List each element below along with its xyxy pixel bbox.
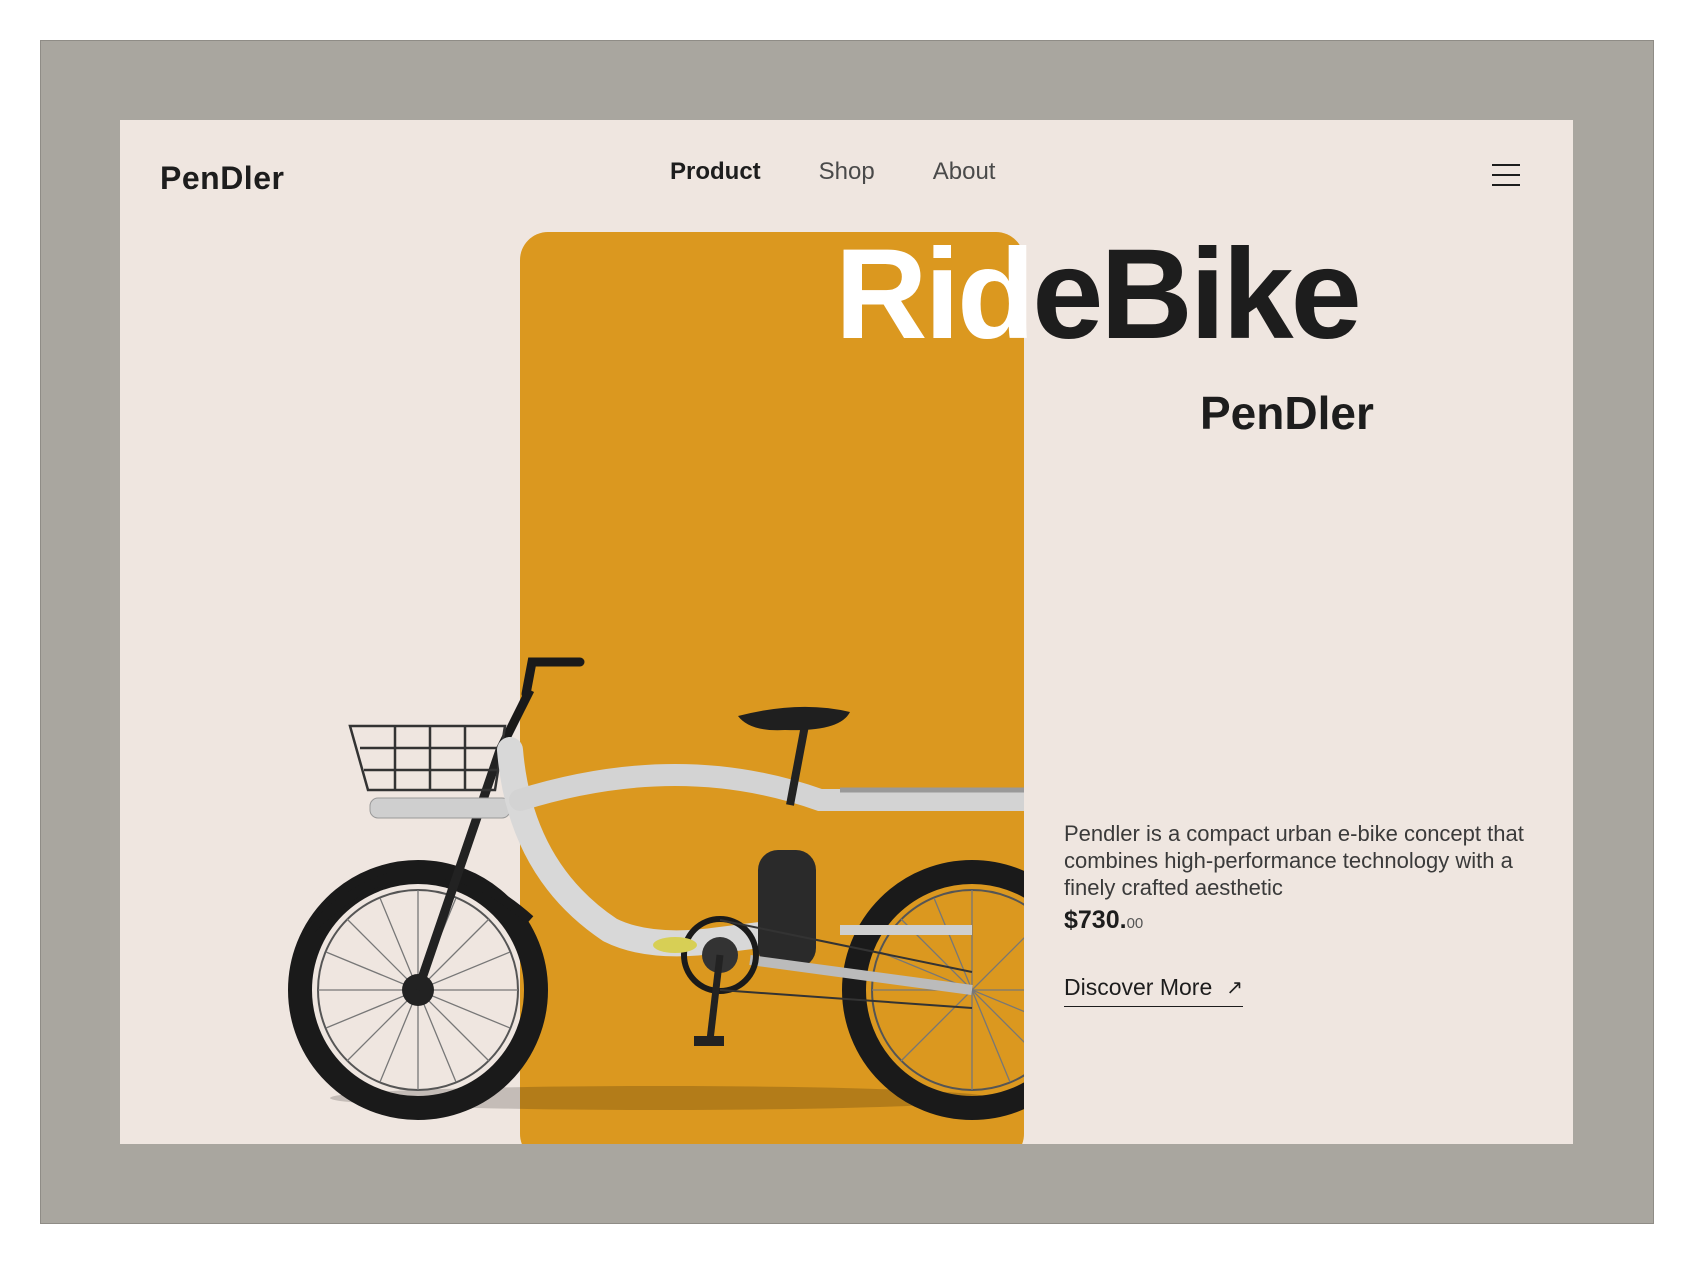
- nav-item-shop[interactable]: Shop: [819, 158, 875, 186]
- headline-part-dark: eBike: [1032, 223, 1362, 366]
- discover-more-link[interactable]: Discover More ↗: [1064, 974, 1244, 1007]
- product-price: $730.00: [1064, 906, 1143, 935]
- headline-part-light: Rid: [835, 223, 1035, 366]
- price-cents: 00: [1126, 915, 1144, 932]
- discover-more-label: Discover More: [1064, 974, 1213, 1000]
- arrow-up-right-icon: ↗: [1226, 977, 1244, 999]
- brand-logo[interactable]: PenDler: [160, 160, 284, 197]
- nav-item-product[interactable]: Product: [670, 158, 761, 186]
- nav-item-about[interactable]: About: [933, 158, 996, 186]
- hamburger-menu-icon[interactable]: [1492, 164, 1520, 186]
- main-nav: Product Shop About: [670, 158, 995, 186]
- hero-subheadline: PenDler: [1200, 387, 1374, 439]
- price-main: $730.: [1064, 906, 1127, 934]
- product-description: Pendler is a compact urban e-bike concep…: [1064, 821, 1524, 900]
- landing-page: PenDler Product Shop About RideBike PenD…: [120, 120, 1573, 1144]
- ebike-image: [288, 657, 1024, 1120]
- hero-headline: RideBike: [835, 227, 1362, 362]
